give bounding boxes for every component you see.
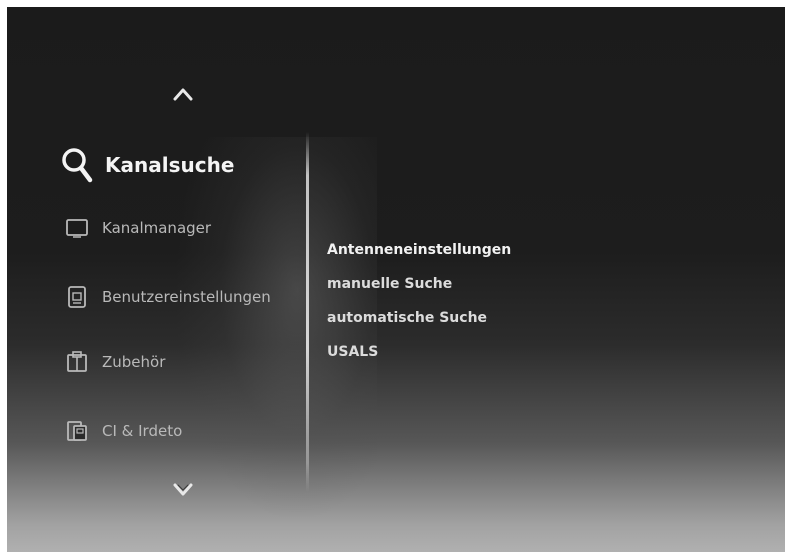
tv-icon xyxy=(65,216,89,240)
menu-item-kanalsuche[interactable]: Kanalsuche xyxy=(59,145,234,185)
menu-item-label: Kanalmanager xyxy=(102,219,212,237)
submenu: Antenneneinstellungen manuelle Suche aut… xyxy=(327,233,511,369)
menu-divider xyxy=(306,132,309,492)
menu-item-label: CI & Irdeto xyxy=(102,422,183,440)
settings-panel-icon xyxy=(65,285,89,309)
accessory-icon xyxy=(65,350,89,374)
submenu-item-manuelle-suche[interactable]: manuelle Suche xyxy=(327,267,511,301)
menu-item-ci-irdeto[interactable]: CI & Irdeto xyxy=(65,419,182,443)
menu-item-benutzereinstellungen[interactable]: Benutzereinstellungen xyxy=(65,285,271,309)
card-icon xyxy=(65,419,89,443)
search-icon xyxy=(59,145,95,185)
menu-item-label: Kanalsuche xyxy=(105,153,235,177)
chevron-down-icon[interactable] xyxy=(167,477,199,503)
submenu-item-automatische-suche[interactable]: automatische Suche xyxy=(327,301,511,335)
menu-item-zubehoer[interactable]: Zubehör xyxy=(65,350,165,374)
tv-menu-screen: Kanalsuche Kanalmanager Benutzereinstell… xyxy=(7,7,785,552)
menu-item-label: Zubehör xyxy=(102,353,166,371)
chevron-up-icon[interactable] xyxy=(167,81,199,107)
submenu-item-usals[interactable]: USALS xyxy=(327,335,511,369)
menu-item-label: Benutzereinstellungen xyxy=(102,288,271,306)
menu-item-kanalmanager[interactable]: Kanalmanager xyxy=(65,216,211,240)
submenu-item-antenneneinstellungen[interactable]: Antenneneinstellungen xyxy=(327,233,511,267)
